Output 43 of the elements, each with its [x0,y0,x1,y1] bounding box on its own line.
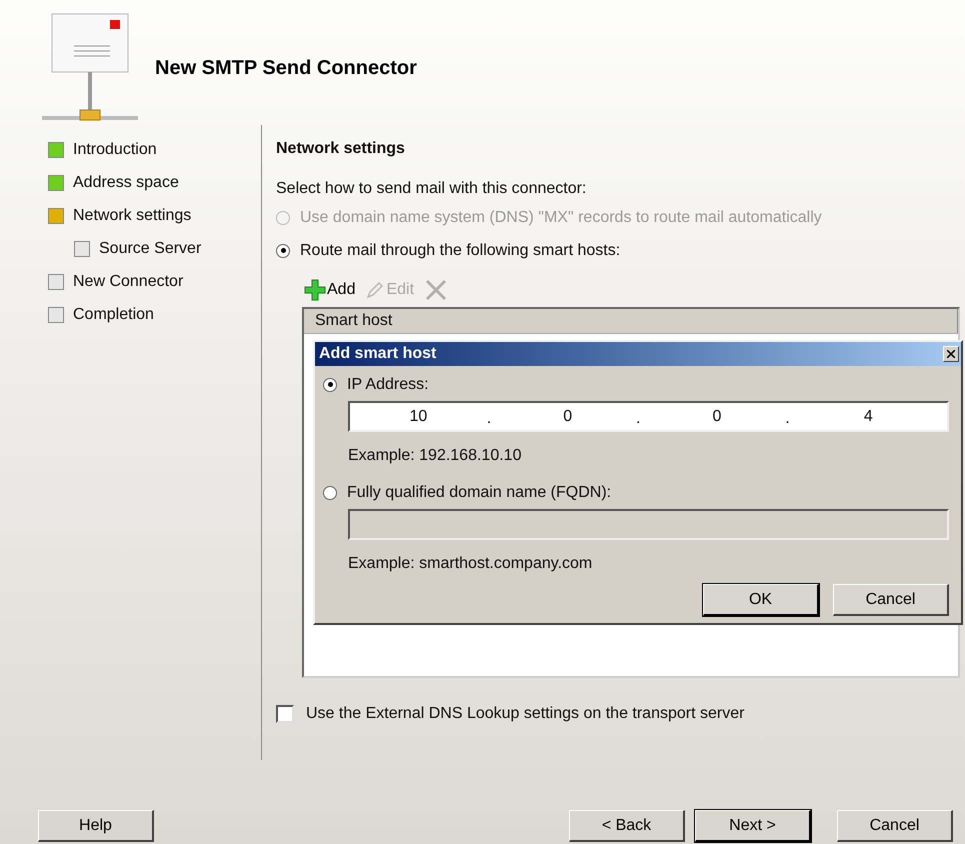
prompt-text: Select how to send mail with this connector: [276,179,588,199]
octet-separator: . [486,409,492,429]
ip-address-field[interactable]: 10 . 0 . 0 . 4 [348,401,949,432]
mail-connector-icon [40,12,140,124]
radio-label: Route mail through the following smart hosts: [300,240,620,260]
dialog-button[interactable]: Cancel [833,584,949,616]
step-label: Address space [73,172,179,192]
radio-label: Use domain name system (DNS) "MX" records to route mail automatically [300,208,822,228]
checkbox-label: Use the External DNS Lookup settings on the transport server [306,704,744,724]
step-label: New Connector [73,272,184,292]
radio-label: Fully qualified domain name (FQDN): [347,482,612,502]
example-text: Example: 192.168.10.10 [348,446,522,466]
ip-octet: 4 [864,408,873,425]
ip-octet: 0 [563,408,572,425]
plus-icon [304,279,326,301]
ip-octet: 0 [712,408,722,425]
radio-label: IP Address: [347,374,429,394]
step-label: Network settings [73,206,192,226]
footer-button[interactable]: Next > [695,810,811,842]
footer-button[interactable]: < Back [569,810,685,842]
step-label: Completion [73,304,154,324]
radio-button[interactable] [276,244,290,258]
close-button[interactable] [943,346,959,362]
octet-separator: . [636,409,640,429]
dialog-title: Add smart host [318,344,436,364]
pencil-icon [365,280,386,300]
wizard-title: New SMTP Send Connector [155,56,417,80]
footer-button[interactable]: Help [38,810,154,842]
checkbox[interactable] [276,705,294,723]
dialog-button[interactable]: OK [703,584,819,616]
footer-button[interactable]: Cancel [837,810,953,842]
ip-octet: 10 [410,408,428,425]
radio-button[interactable] [323,378,337,392]
close-icon [947,350,955,358]
add-button[interactable]: Add [304,278,356,302]
step-label: Introduction [73,140,157,160]
radio-button[interactable] [323,486,337,500]
octet-separator: . [785,409,790,429]
section-heading: Network settings [276,139,406,159]
step-label: Source Server [99,238,202,258]
example-text: Example: smarthost.company.com [348,554,594,574]
column-header[interactable]: Smart host [304,309,958,333]
fqdn-field[interactable] [348,509,949,540]
